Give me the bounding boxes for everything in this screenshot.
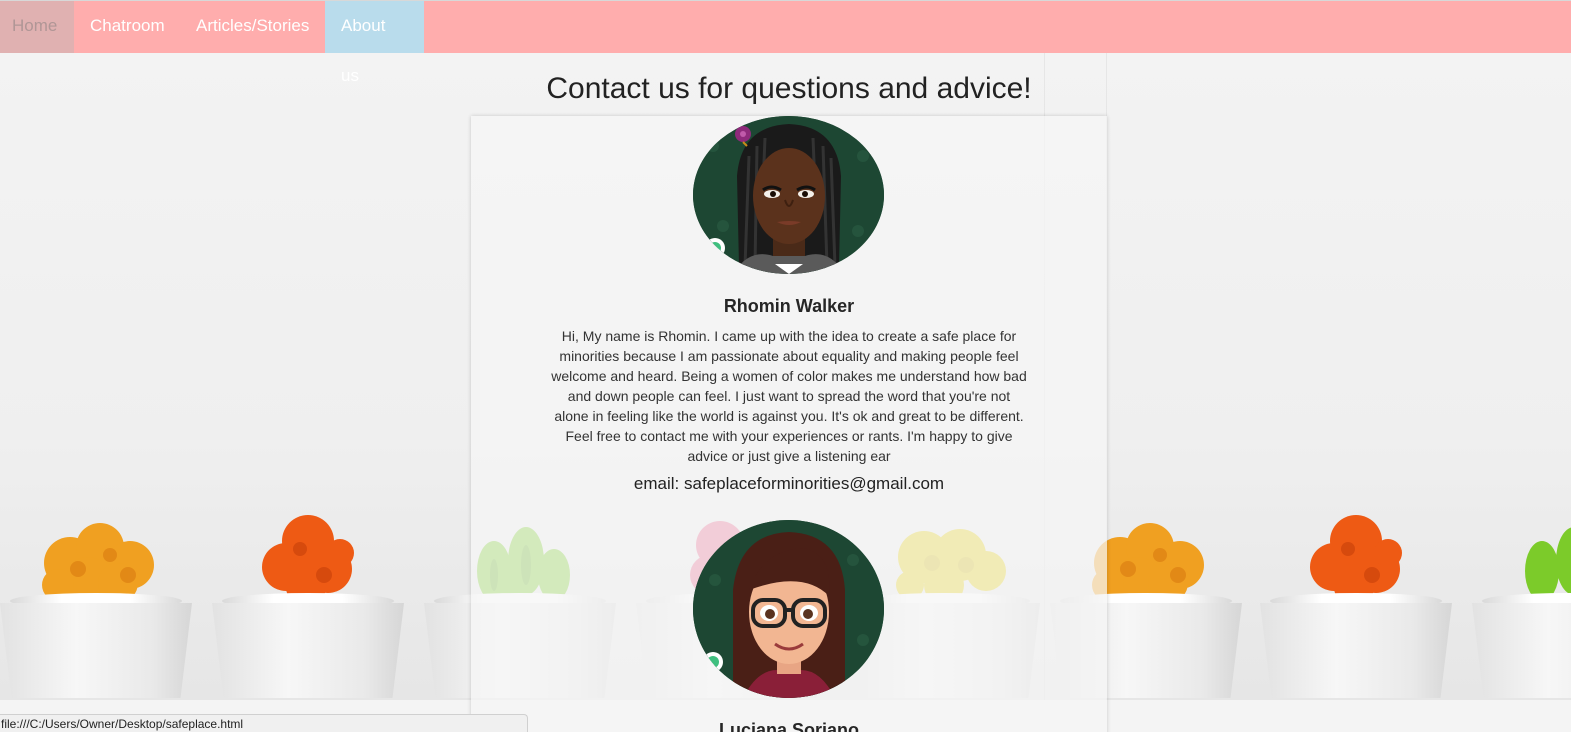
- avatar-rhomin-image: [693, 116, 884, 274]
- member-email[interactable]: email: safeplaceforminorities@gmail.com: [471, 474, 1107, 494]
- about-card: Rhomin Walker Hi, My name is Rhomin. I c…: [471, 116, 1107, 732]
- nav-chatroom[interactable]: Chatroom: [74, 1, 180, 53]
- avatar-rhomin: [693, 116, 884, 274]
- member-name-2: Luciana Soriano: [718, 720, 860, 732]
- member-bio: Hi, My name is Rhomin. I came up with th…: [551, 328, 1027, 464]
- member-name: Rhomin Walker: [723, 296, 855, 316]
- page-title: Contact us for questions and advice!: [546, 72, 1032, 105]
- nav-about-us[interactable]: About us: [325, 1, 424, 85]
- avatar-luciana-image: [693, 520, 884, 698]
- browser-status-bar: file:///C:/Users/Owner/Desktop/safeplace…: [0, 714, 528, 732]
- top-navbar: Home Chatroom Articles/Stories About us: [0, 0, 1571, 85]
- nav-home[interactable]: Home: [0, 1, 74, 53]
- avatar-luciana: [693, 520, 884, 698]
- nav-articles-stories[interactable]: Articles/Stories: [180, 1, 325, 53]
